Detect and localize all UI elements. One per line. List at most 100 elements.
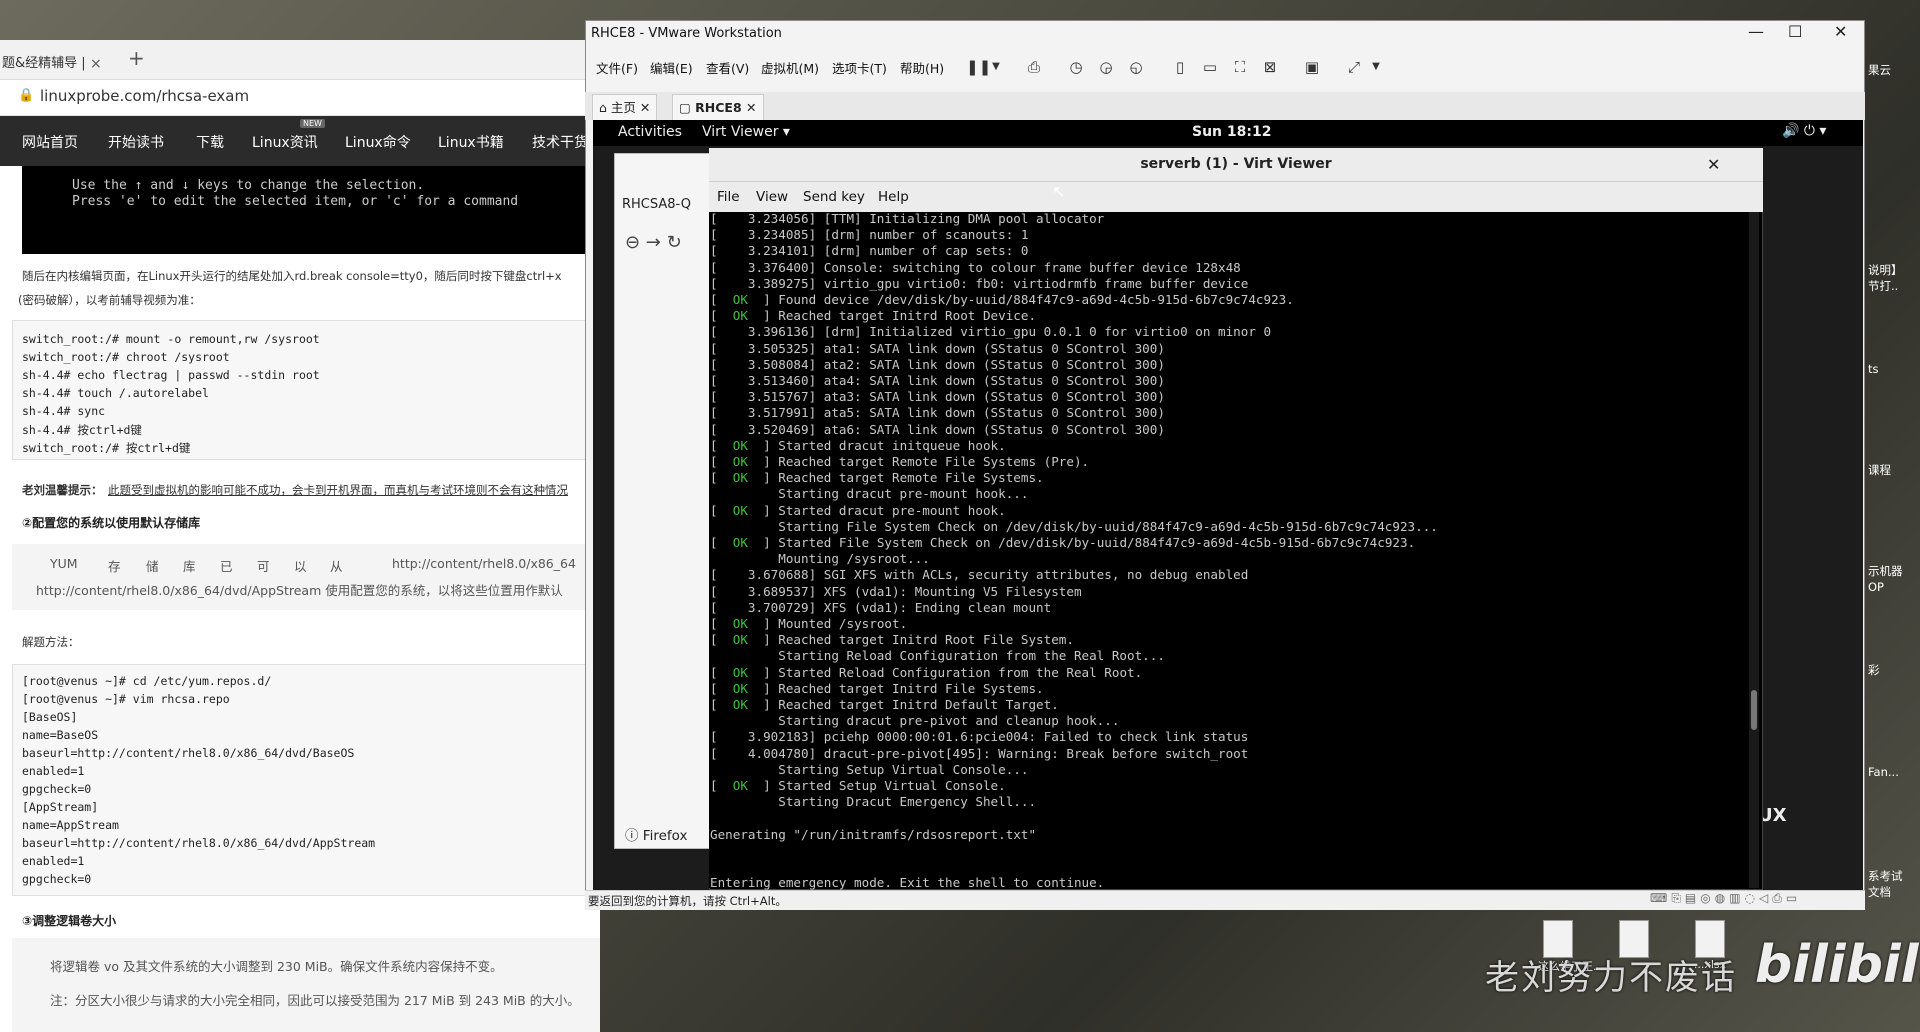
ok-status: OK <box>732 778 748 793</box>
ok-status: OK <box>732 664 748 680</box>
console-icon[interactable]: ▣ <box>1302 57 1322 77</box>
vm-icon: ▢ <box>679 100 696 115</box>
maximize-icon[interactable]: ☐ <box>1788 22 1802 41</box>
nav-item[interactable]: Linux资讯 <box>252 132 318 152</box>
desktop-caption[interactable]: 示机器 <box>1868 563 1903 579</box>
tab-close-icon[interactable]: × <box>90 48 102 80</box>
console-line: [ 3.234085] [drm] number of scanouts: 1 <box>710 227 1029 243</box>
tip-text: 此题受到虚拟机的影响可能不成功，会卡到开机界面，而真机与考试环境则不会有这种情况 <box>108 483 568 497</box>
ok-status: OK <box>732 437 748 453</box>
ok-status: OK <box>732 308 748 324</box>
menu-tabs[interactable]: 选项卡(T) <box>832 58 887 77</box>
desktop-caption[interactable]: 彩 <box>1868 662 1880 678</box>
chevron-down-icon[interactable]: ▼ <box>1366 57 1386 77</box>
nav-item[interactable]: 下载 <box>196 132 224 152</box>
code-line: [root@venus ~]# vim rhcsa.repo <box>22 692 230 706</box>
menu-view[interactable]: View <box>756 189 788 205</box>
desktop-caption[interactable]: ts <box>1868 362 1879 376</box>
menu-help[interactable]: Help <box>878 189 909 205</box>
question-quote <box>12 938 600 1032</box>
ok-status: OK <box>732 535 748 550</box>
firefox-tab-title[interactable]: RHCSA8-Q <box>622 197 691 212</box>
desktop-caption[interactable]: 节打.. <box>1868 278 1898 294</box>
desktop-caption[interactable]: 课程 <box>1868 462 1891 478</box>
question-quote <box>12 544 600 610</box>
new-badge: NEW <box>300 119 325 128</box>
close-icon[interactable]: ✕ <box>746 100 756 115</box>
stretch-icon[interactable]: ⤢ <box>1344 57 1364 77</box>
menu-vm[interactable]: 虚拟机(M) <box>761 58 819 77</box>
chevron-down-icon[interactable]: ▼ <box>986 57 1006 77</box>
minimize-icon[interactable]: — <box>1748 22 1764 41</box>
scrollbar-thumb[interactable] <box>1751 690 1757 730</box>
quote-word: 已 <box>220 559 233 574</box>
firefox-footer: ⓘ Firefox <box>625 824 687 844</box>
fullscreen-icon[interactable]: ⛶ <box>1230 57 1250 77</box>
pause-icon[interactable]: ❚❚ <box>966 57 991 77</box>
snapshot-manager-icon[interactable]: ◵ <box>1126 57 1146 77</box>
snapshot-restore-icon[interactable]: ◶ <box>1096 57 1116 77</box>
quote-word: 可 <box>257 559 270 574</box>
code-line: name=BaseOS <box>22 728 99 742</box>
code-line: gpgcheck=0 <box>22 872 92 886</box>
nav-item[interactable]: 网站首页 <box>22 132 78 152</box>
nav-item[interactable]: Linux命令 <box>345 132 411 152</box>
unity-icon[interactable]: ⊠ <box>1260 57 1280 77</box>
window-title: RHCE8 - VMware Workstation <box>591 26 782 41</box>
code-line: sh-4.4# echo flectrag | passwd --stdin r… <box>22 368 320 382</box>
code-line: baseurl=http://content/rhel8.0/x86_64/dv… <box>22 836 376 850</box>
code-line: gpgcheck=0 <box>22 782 92 796</box>
mouse-cursor: ↖ <box>1052 182 1066 201</box>
quote-line: http://content/rhel8.0/x86_64/dvd/AppStr… <box>36 583 563 598</box>
desktop-caption[interactable]: 说明】 <box>1868 262 1903 278</box>
lock-icon[interactable]: 🔒 <box>18 88 34 103</box>
quote-word: 以 <box>294 559 307 574</box>
code-line: enabled=1 <box>22 854 85 868</box>
console-line: [ 3.389275] virtio_gpu virtio0: fb0: vir… <box>710 275 1249 291</box>
menu-send-key[interactable]: Send key <box>803 189 865 205</box>
ok-status: OK <box>732 680 748 696</box>
app-menu[interactable]: Virt Viewer ▾ <box>702 124 790 140</box>
desktop-caption[interactable]: Fan... <box>1868 765 1899 779</box>
tab-rhce8[interactable]: ▢ RHCE8 ✕ <box>672 94 764 120</box>
question-title: ②配置您的系统以使用默认存储库 <box>22 516 201 530</box>
desktop-caption[interactable]: 系考试 <box>1868 868 1903 884</box>
snapshot-icon[interactable]: ◷ <box>1066 57 1086 77</box>
console-line: [ OK ] Reached target Initrd Default Tar… <box>710 697 1059 712</box>
nav-item[interactable]: 技术干货 <box>532 132 588 152</box>
menu-file[interactable]: 文件(F) <box>596 58 638 77</box>
sidebar-toggle-icon[interactable]: ▯ <box>1170 57 1190 77</box>
clock[interactable]: Sun 18:12 <box>1192 124 1271 140</box>
back-forward-icons[interactable]: ⊖ → ↻ <box>625 232 682 253</box>
menu-edit[interactable]: 编辑(E) <box>650 58 693 77</box>
url-text[interactable]: linuxprobe.com/rhcsa-exam <box>40 87 249 105</box>
vmware-tabbar <box>585 92 1865 120</box>
nav-item[interactable]: Linux书籍 <box>438 132 504 152</box>
thumbnail-icon[interactable]: ▭ <box>1200 57 1220 77</box>
device-status-icons[interactable]: ⌨⎘▤◎◍▥◌◁⎙▭ <box>1650 891 1801 906</box>
menu-file[interactable]: File <box>717 189 740 205</box>
menu-view[interactable]: 查看(V) <box>706 58 749 77</box>
nav-item[interactable]: 开始读书 <box>108 132 164 152</box>
console-line: [ OK ] Started dracut initqueue hook. <box>710 437 1006 453</box>
desktop-caption[interactable]: OP <box>1868 580 1884 594</box>
close-icon[interactable]: ✕ <box>1834 22 1847 41</box>
close-icon[interactable]: ✕ <box>1707 155 1720 174</box>
console-line: [ 3.689537] XFS (vda1): Mounting V5 File… <box>710 583 1082 599</box>
scrollbar[interactable] <box>1749 212 1759 888</box>
desktop-caption[interactable]: 果云 <box>1868 62 1891 78</box>
console-line: [ OK ] Reached target Initrd Root File S… <box>710 632 1074 648</box>
quote-word: 储 <box>146 559 159 574</box>
tab-home[interactable]: ⌂ 主页 ✕ <box>592 94 658 120</box>
menu-help[interactable]: 帮助(H) <box>900 58 944 77</box>
bilibili-logo: bilibili <box>1755 935 1920 995</box>
activities-button[interactable]: Activities <box>618 124 682 140</box>
desktop-caption[interactable]: 文档 <box>1868 884 1891 900</box>
grub-line: Use the ↑ and ↓ keys to change the selec… <box>72 178 425 193</box>
code-line: sh-4.4# touch /.autorelabel <box>22 386 209 400</box>
new-tab-button[interactable]: + <box>128 46 145 70</box>
code-line: [root@venus ~]# cd /etc/yum.repos.d/ <box>22 674 272 688</box>
system-menu[interactable]: 🔊 ⏻ ▾ <box>1782 123 1826 139</box>
close-icon[interactable]: ✕ <box>640 100 650 115</box>
send-keys-icon[interactable]: ⎙ <box>1024 57 1044 77</box>
